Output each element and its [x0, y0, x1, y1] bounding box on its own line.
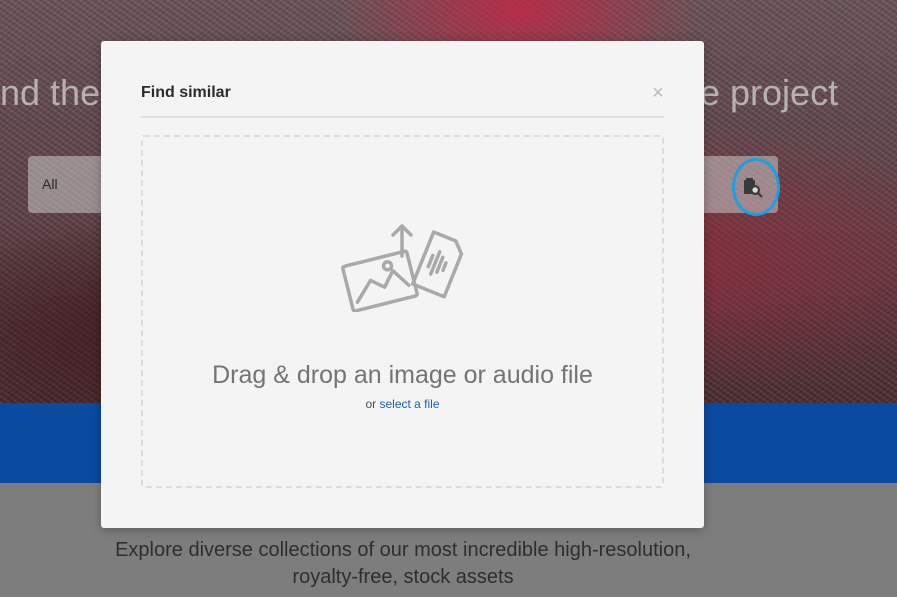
explore-line-1: Explore diverse collections of our most …: [115, 539, 691, 561]
visual-search-button[interactable]: [732, 158, 780, 216]
select-file-line: or select a file: [143, 397, 662, 411]
upload-media-icon: [341, 224, 464, 312]
file-dropzone[interactable]: Drag & drop an image or audio file or se…: [141, 135, 664, 488]
find-similar-modal: Find similar × Drag & drop an image or a…: [101, 41, 704, 528]
visual-search-icon: [744, 178, 763, 198]
select-file-link[interactable]: select a file: [379, 397, 439, 411]
modal-title: Find similar: [141, 84, 231, 101]
dropzone-instructions: Drag & drop an image or audio file: [212, 361, 593, 389]
hero-headline-left: nd the: [0, 72, 101, 113]
explore-line-2: royalty-free, stock assets: [292, 566, 514, 588]
close-icon[interactable]: ×: [649, 83, 667, 103]
search-scope-select[interactable]: All: [42, 176, 58, 192]
or-text: or: [365, 397, 377, 411]
explore-text: Explore diverse collections of our most …: [0, 537, 806, 591]
hero-headline-right: e project: [700, 72, 839, 113]
modal-divider: [141, 116, 664, 118]
